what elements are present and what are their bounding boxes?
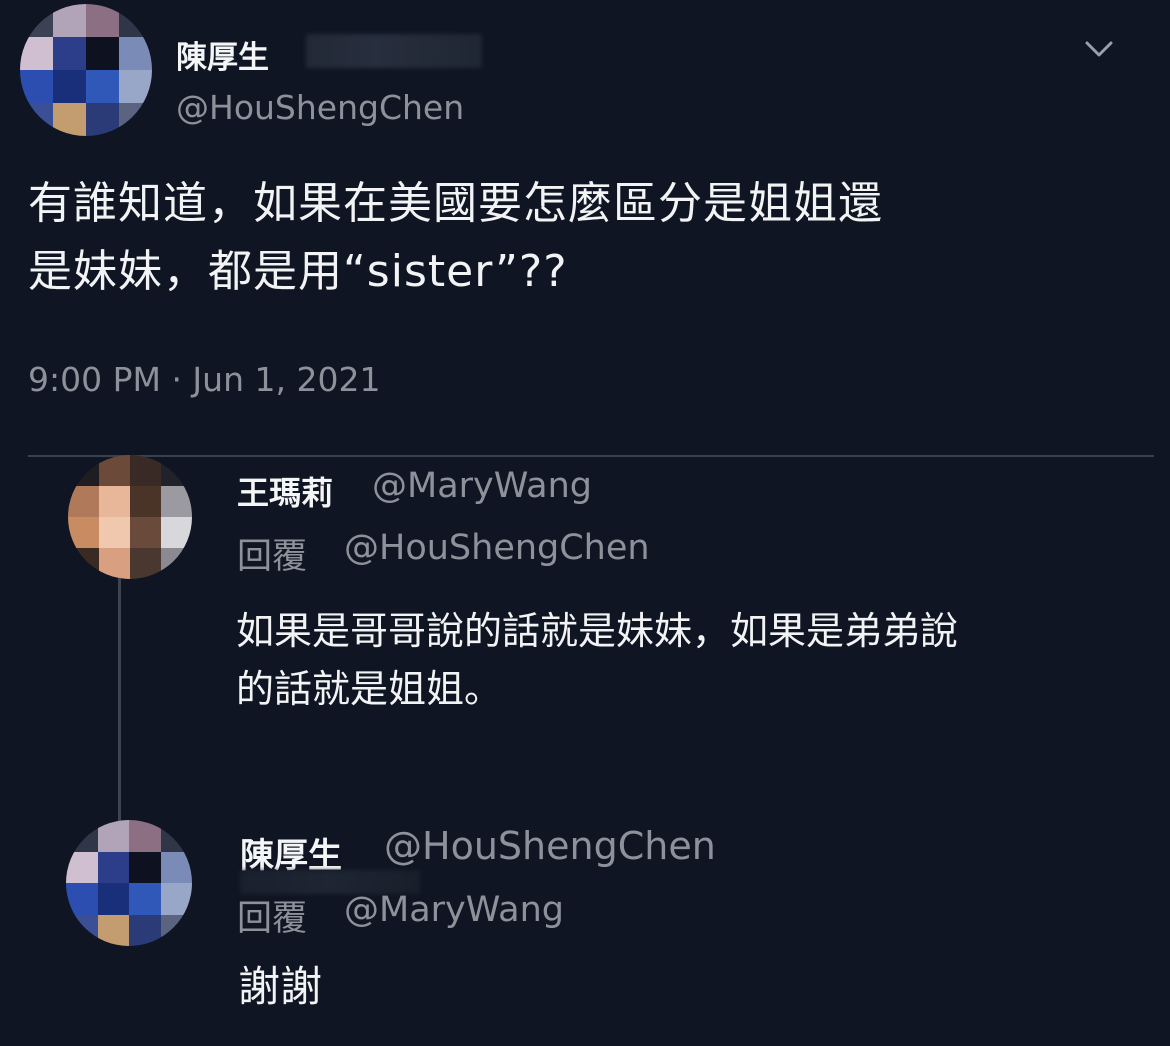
avatar[interactable] [20, 4, 152, 136]
reply-text: 謝謝 [238, 962, 323, 1011]
avatar[interactable] [68, 455, 192, 579]
reply-to-handle[interactable]: @MaryWang [344, 890, 564, 930]
display-name[interactable]: 王瑪莉 [237, 468, 333, 514]
tweet-timestamp[interactable]: 9:00 PM · Jun 1, 2021 [28, 360, 380, 399]
main-tweet: 陳厚生 @HouShengChen 有誰知道，如果在美國要怎麼區分是姐姐還 是妹… [0, 0, 1170, 456]
user-handle[interactable]: @HouShengChen [384, 824, 716, 868]
reply-text: 如果是哥哥說的話就是妹妹，如果是弟弟說 的話就是姐姐。 [236, 609, 959, 711]
thread-line [118, 578, 121, 826]
reply-to-handle[interactable]: @HouShengChen [344, 528, 650, 568]
tweet-text: 有誰知道，如果在美國要怎麼區分是姐姐還 是妹妹，都是用“sister”?? [28, 178, 883, 297]
blurred-badge [306, 34, 482, 68]
user-handle[interactable]: @HouShengChen [176, 88, 464, 127]
display-name[interactable]: 陳厚生 [176, 32, 269, 77]
avatar[interactable] [66, 820, 192, 946]
user-handle[interactable]: @MaryWang [372, 466, 592, 506]
reply-to-label: 回覆 [237, 899, 308, 939]
chevron-down-icon[interactable] [1084, 36, 1114, 62]
reply-to-label: 回覆 [237, 537, 308, 577]
divider [28, 455, 1154, 457]
